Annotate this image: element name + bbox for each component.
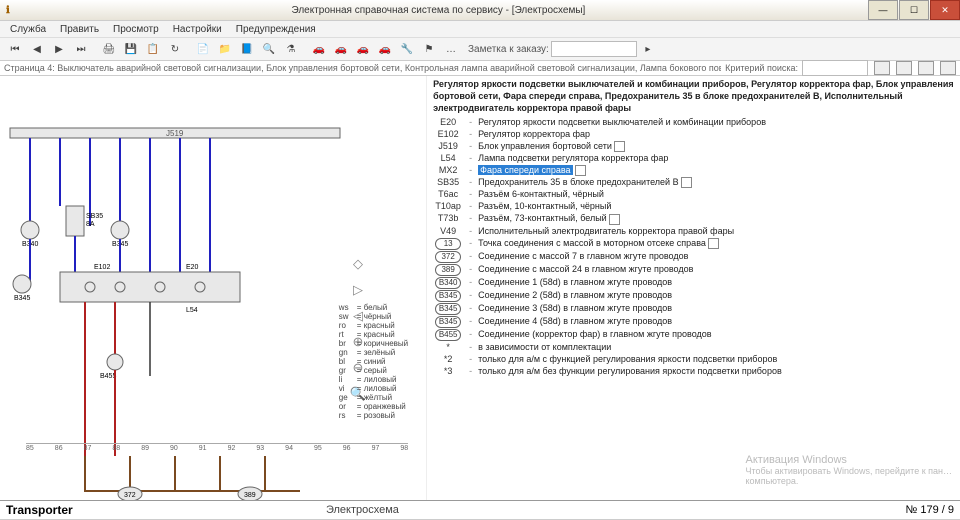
legend-row[interactable]: SB35-Предохранитель 35 в блоке предохран… <box>433 176 954 188</box>
svg-text:J519: J519 <box>166 129 184 138</box>
legend-row[interactable]: L54-Лампа подсветки регулятора корректор… <box>433 152 954 164</box>
toolbar: ⏮ ◀ ▶ ⏭ 🖨 💾 📋 ↻ 📄 📁 📘 🔍 ⚗ 🚗 🚗 🚗 🚗 🔧 ⚑ … … <box>0 38 960 61</box>
folder-icon[interactable]: 📁 <box>214 39 236 59</box>
order-input[interactable] <box>551 41 637 57</box>
svg-text:L54: L54 <box>186 307 198 314</box>
wiring-diagram[interactable]: J519 SB358A B340 B345 B345 E102E20 L54 B… <box>0 76 427 500</box>
car-blue-icon[interactable]: 🚗 <box>352 39 374 59</box>
search-opt1-button[interactable] <box>874 61 890 75</box>
legend-row[interactable]: T73b-Разъём, 73-контактный, белый <box>433 212 954 224</box>
doc-type: Электросхема <box>326 504 399 516</box>
search-opt4-button[interactable] <box>940 61 956 75</box>
legend-panel: Регулятор яркости подсветки выключателей… <box>427 76 960 500</box>
window-title: Электронная справочная система по сервис… <box>10 5 867 16</box>
flag-icon[interactable]: ⚑ <box>418 39 440 59</box>
legend-row[interactable]: *-в зависимости от комплектации <box>433 341 954 353</box>
legend-row[interactable]: T6ac-Разъём 6-контактный, чёрный <box>433 188 954 200</box>
title-bar: ℹ Электронная справочная система по серв… <box>0 0 960 21</box>
legend-row[interactable]: 389-Соединение с массой 24 в главном жгу… <box>433 263 954 276</box>
print-icon[interactable]: 🖨 <box>98 39 120 59</box>
svg-text:389: 389 <box>244 492 256 499</box>
svg-text:SB35: SB35 <box>86 213 103 220</box>
car-red-icon[interactable]: 🚗 <box>308 39 330 59</box>
legend-row[interactable]: *2-только для а/м с функцией регулирован… <box>433 353 954 365</box>
menu-settings[interactable]: Настройки <box>167 23 228 36</box>
svg-text:8A: 8A <box>86 221 95 228</box>
legend-row[interactable]: MX2-Фара спереди справа <box>433 164 954 176</box>
nav-last-icon[interactable]: ⏭ <box>70 39 92 59</box>
legend-row[interactable]: B345-Соединение 3 (58d) в главном жгуте … <box>433 302 954 315</box>
order-label: Заметка к заказу: <box>468 44 549 55</box>
nav-next-icon[interactable]: ▶ <box>48 39 70 59</box>
legend-row[interactable]: B345-Соединение 2 (58d) в главном жгуте … <box>433 289 954 302</box>
info-bar: Страница 4: Выключатель аварийной светов… <box>0 61 960 76</box>
legend-row[interactable]: E102-Регулятор корректора фар <box>433 128 954 140</box>
diagram-svg: J519 SB358A B340 B345 B345 E102E20 L54 B… <box>0 76 432 500</box>
legend-row[interactable]: *3-только для а/м без функции регулирова… <box>433 365 954 377</box>
legend-row[interactable]: 372-Соединение с массой 7 в главном жгут… <box>433 250 954 263</box>
legend-row[interactable]: T10ap-Разъём, 10-контактный, чёрный <box>433 200 954 212</box>
wrench-icon[interactable]: 🔧 <box>396 39 418 59</box>
car-green-icon[interactable]: 🚗 <box>330 39 352 59</box>
search-label: Критерий поиска: <box>725 63 798 73</box>
page-description: Страница 4: Выключатель аварийной светов… <box>4 63 721 73</box>
menu-warnings[interactable]: Предупреждения <box>230 23 322 36</box>
svg-text:E102: E102 <box>94 264 110 271</box>
svg-text:372: 372 <box>124 492 136 499</box>
legend-row[interactable]: V49-Исполнительный электродвигатель корр… <box>433 225 954 237</box>
book-icon[interactable]: 📘 <box>236 39 258 59</box>
menu-edit[interactable]: Править <box>54 23 105 36</box>
legend-row[interactable]: J519-Блок управления бортовой сети <box>433 140 954 152</box>
footer-bar: Transporter Электросхема № 179 / 9 <box>0 500 960 519</box>
vehicle-name: Transporter <box>6 503 73 517</box>
legend-row[interactable]: 13-Точка соединения с массой в моторном … <box>433 237 954 250</box>
svg-text:B345: B345 <box>14 295 30 302</box>
save-icon[interactable]: 💾 <box>120 39 142 59</box>
copy-icon[interactable]: 📋 <box>142 39 164 59</box>
nav-first-icon[interactable]: ⏮ <box>4 39 26 59</box>
order-go-icon[interactable]: ▸ <box>637 39 659 59</box>
legend-row[interactable]: B345-Соединение 4 (58d) в главном жгуте … <box>433 315 954 328</box>
menu-bar: Служба Править Просмотр Настройки Предуп… <box>0 21 960 38</box>
zoom-fit-icon[interactable]: ◇ <box>350 256 366 272</box>
close-button[interactable]: ✕ <box>930 0 960 20</box>
page-number: № 179 / 9 <box>906 504 955 516</box>
color-legend: ws= белыйsw= чёрныйro= красныйrt= красны… <box>339 303 408 420</box>
doc-icon[interactable]: 📄 <box>192 39 214 59</box>
menu-view[interactable]: Просмотр <box>107 23 165 36</box>
search-opt2-button[interactable] <box>896 61 912 75</box>
diagram-ruler: 8586878889909192939495969798 <box>26 443 408 452</box>
search-opt3-button[interactable] <box>918 61 934 75</box>
minimize-button[interactable]: — <box>868 0 898 20</box>
main-content: J519 SB358A B340 B345 B345 E102E20 L54 B… <box>0 76 960 500</box>
search-input[interactable] <box>802 60 868 76</box>
legend-row[interactable]: B340-Соединение 1 (58d) в главном жгуте … <box>433 276 954 289</box>
car-cyan-icon[interactable]: 🚗 <box>374 39 396 59</box>
menu-service[interactable]: Служба <box>4 23 52 36</box>
svg-text:E20: E20 <box>186 264 199 271</box>
legend-header: Регулятор яркости подсветки выключателей… <box>433 78 954 114</box>
legend-row[interactable]: B455-Соединение (корректор фар) в главно… <box>433 328 954 341</box>
search-icon[interactable]: 🔍 <box>258 39 280 59</box>
more-icon[interactable]: … <box>440 39 462 59</box>
filter-icon[interactable]: ⚗ <box>280 39 302 59</box>
legend-row[interactable]: E20-Регулятор яркости подсветки выключат… <box>433 116 954 128</box>
pan-right-icon[interactable]: ▷ <box>350 282 366 298</box>
maximize-button[interactable]: ☐ <box>899 0 929 20</box>
svg-text:B455: B455 <box>100 373 116 380</box>
nav-prev-icon[interactable]: ◀ <box>26 39 48 59</box>
refresh-icon[interactable]: ↻ <box>164 39 186 59</box>
